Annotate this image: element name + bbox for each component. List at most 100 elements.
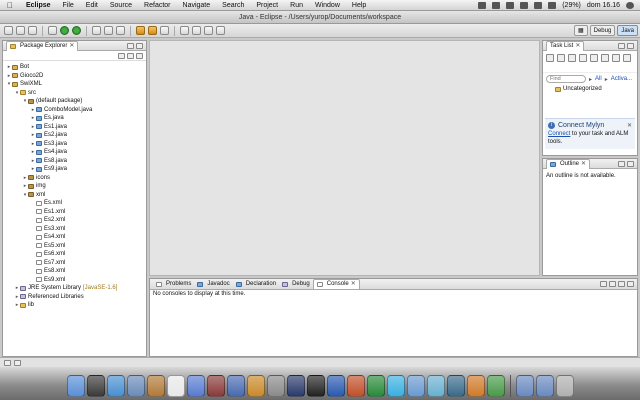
close-icon[interactable]: ✕ xyxy=(351,280,356,289)
address-book-icon[interactable] xyxy=(146,375,165,397)
finder-icon[interactable] xyxy=(66,375,85,397)
itunes-icon[interactable] xyxy=(186,375,205,397)
open-type-icon[interactable] xyxy=(136,26,145,35)
applications-folder-icon[interactable] xyxy=(515,375,534,397)
minimize-icon[interactable] xyxy=(618,42,625,49)
tree-item[interactable]: Es8.xml xyxy=(3,267,146,276)
wifi-icon[interactable] xyxy=(520,1,529,9)
link-with-editor-icon[interactable] xyxy=(127,52,134,59)
tree-item[interactable]: ▸ Gioco2D xyxy=(3,72,146,81)
maximize-icon[interactable] xyxy=(627,42,634,49)
tree-item[interactable]: Es2.xml xyxy=(3,216,146,225)
menu-project[interactable]: Project xyxy=(250,0,284,11)
messenger-icon[interactable] xyxy=(386,375,405,397)
collapse-all-icon[interactable] xyxy=(590,54,598,62)
close-icon[interactable]: ✕ xyxy=(575,42,580,51)
new-task-icon[interactable] xyxy=(546,54,554,62)
tree-item[interactable]: Es7.xml xyxy=(3,259,146,268)
menu-app-name[interactable]: Eclipse xyxy=(20,0,57,11)
maximize-icon[interactable] xyxy=(136,42,143,49)
categorized-icon[interactable] xyxy=(557,54,565,62)
maximize-icon[interactable] xyxy=(627,281,634,287)
scheduled-icon[interactable] xyxy=(568,54,576,62)
open-folder-icon[interactable] xyxy=(148,26,157,35)
tab-problems[interactable]: Problems xyxy=(153,280,194,289)
forward-icon[interactable] xyxy=(216,26,225,35)
trash-icon[interactable] xyxy=(555,375,574,397)
powerpoint-icon[interactable] xyxy=(346,375,365,397)
photo-booth-icon[interactable] xyxy=(206,375,225,397)
tree-item[interactable]: Es3.xml xyxy=(3,225,146,234)
focus-icon[interactable] xyxy=(579,54,587,62)
perspective-java[interactable]: Java xyxy=(617,25,638,36)
tree-item[interactable]: ▸ Es3.java xyxy=(3,140,146,149)
tree-item[interactable]: ▸ Es1.java xyxy=(3,123,146,132)
print-icon[interactable] xyxy=(28,26,37,35)
view-menu-icon[interactable] xyxy=(623,54,631,62)
tree-item[interactable]: ▸ JRE System Library [JavaSE-1.6] xyxy=(3,284,146,293)
run-external-icon[interactable] xyxy=(72,26,81,35)
new-package-icon[interactable] xyxy=(104,26,113,35)
tree-item[interactable]: ▸ icons xyxy=(3,174,146,183)
tree-item[interactable]: ▸ ComboModel.java xyxy=(3,106,146,115)
open-console-icon[interactable] xyxy=(609,281,616,287)
tab-debug[interactable]: Debug xyxy=(279,280,313,289)
tab-javadoc[interactable]: Javadoc xyxy=(194,280,232,289)
hide-completed-icon[interactable] xyxy=(612,54,620,62)
open-perspective-icon[interactable]: ▦ xyxy=(573,25,588,36)
tree-item[interactable]: Es.xml xyxy=(3,199,146,208)
tab-task-list[interactable]: Task List ✕ xyxy=(546,40,585,51)
task-find-field[interactable]: Find xyxy=(546,75,586,83)
task-category-row[interactable]: Uncategorized xyxy=(543,86,637,92)
minimize-icon[interactable] xyxy=(618,281,625,287)
battery-icon[interactable] xyxy=(548,1,557,9)
spotlight-icon[interactable] xyxy=(626,1,634,9)
tab-outline[interactable]: Outline ✕ xyxy=(546,158,591,169)
menu-edit[interactable]: Edit xyxy=(80,0,104,11)
task-filter-all[interactable]: All xyxy=(595,76,602,82)
tree-item[interactable]: ▸ lib xyxy=(3,301,146,310)
word-icon[interactable] xyxy=(326,375,345,397)
tree-item[interactable]: ▾ src xyxy=(3,89,146,98)
menu-navigate[interactable]: Navigate xyxy=(177,0,217,11)
collapse-all-icon[interactable] xyxy=(118,52,125,59)
close-icon[interactable]: ✕ xyxy=(627,122,632,129)
synchronize-icon[interactable] xyxy=(601,54,609,62)
new-java-project-icon[interactable] xyxy=(92,26,101,35)
tree-item[interactable]: ▸ Es4.java xyxy=(3,148,146,157)
dashboard-icon[interactable] xyxy=(86,375,105,397)
run-icon[interactable] xyxy=(60,26,69,35)
tree-item[interactable]: Es1.xml xyxy=(3,208,146,217)
safari-icon[interactable] xyxy=(106,375,125,397)
close-icon[interactable]: ✕ xyxy=(69,42,74,51)
maximize-icon[interactable] xyxy=(627,160,634,167)
debug-icon[interactable] xyxy=(48,26,57,35)
menu-run[interactable]: Run xyxy=(284,0,309,11)
tree-item[interactable]: ▾ (default package) xyxy=(3,97,146,106)
new-class-icon[interactable] xyxy=(116,26,125,35)
time-machine-icon[interactable] xyxy=(506,1,515,9)
colorsync-icon[interactable] xyxy=(426,375,445,397)
menu-search[interactable]: Search xyxy=(216,0,250,11)
terminal-icon[interactable] xyxy=(306,375,325,397)
tree-item[interactable]: ▾ SwiXML xyxy=(3,80,146,89)
tree-item[interactable]: ▾ xml xyxy=(3,191,146,200)
documents-folder-icon[interactable] xyxy=(535,375,554,397)
view-menu-icon[interactable] xyxy=(136,52,143,59)
minimize-icon[interactable] xyxy=(618,160,625,167)
connect-link[interactable]: Connect xyxy=(548,131,570,137)
chrome-icon[interactable] xyxy=(486,375,505,397)
ical-icon[interactable] xyxy=(166,375,185,397)
tree-item[interactable]: Es9.xml xyxy=(3,276,146,285)
menu-help[interactable]: Help xyxy=(346,0,372,11)
task-activate-link[interactable]: Activa... xyxy=(611,76,632,82)
minimize-icon[interactable] xyxy=(127,42,134,49)
search-icon[interactable] xyxy=(160,26,169,35)
volume-icon[interactable] xyxy=(534,1,543,9)
previous-annotation-icon[interactable] xyxy=(192,26,201,35)
bluetooth-icon[interactable] xyxy=(492,1,501,9)
menu-window[interactable]: Window xyxy=(309,0,346,11)
menu-file[interactable]: File xyxy=(57,0,80,11)
apple-icon[interactable]:  xyxy=(0,1,20,10)
next-annotation-icon[interactable] xyxy=(180,26,189,35)
